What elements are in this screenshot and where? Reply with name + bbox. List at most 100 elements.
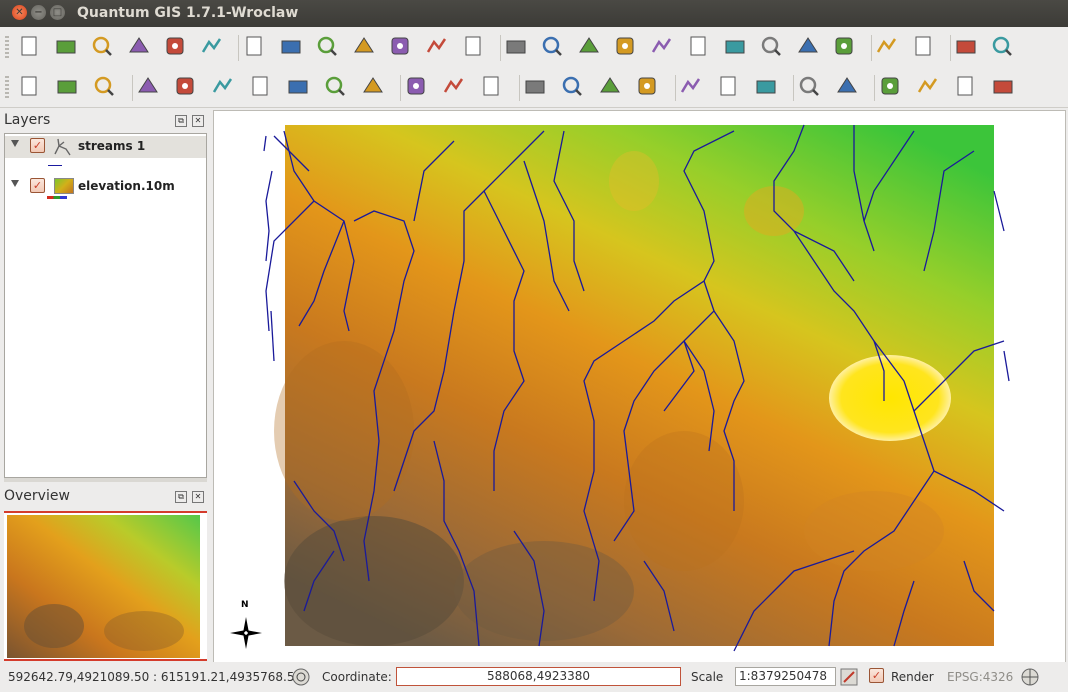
window-minimize-button[interactable]: − <box>31 5 46 20</box>
zoom-full-icon[interactable] <box>613 34 639 60</box>
zoom-in-icon[interactable] <box>540 34 566 60</box>
new-project-icon[interactable] <box>17 34 43 60</box>
add-raster-layer-icon[interactable] <box>279 34 305 60</box>
add-wms-layer-icon[interactable] <box>388 34 414 60</box>
attribute-table-icon[interactable] <box>797 74 823 100</box>
paste-features-icon[interactable] <box>361 74 387 100</box>
text-annotation-icon[interactable] <box>991 74 1017 100</box>
toolbar-separator <box>518 75 520 101</box>
window-maximize-button[interactable]: □ <box>50 5 65 20</box>
raster-legend-swatch <box>47 196 67 199</box>
scale-label: Scale <box>691 670 724 684</box>
main-toolbar <box>0 28 1068 67</box>
gps-tool-icon[interactable] <box>442 74 468 100</box>
expand-icon[interactable] <box>11 180 19 187</box>
zoom-to-selection-icon[interactable] <box>650 34 676 60</box>
home-icon[interactable] <box>916 74 942 100</box>
zoom-to-layer-icon[interactable] <box>686 34 712 60</box>
toolbar-separator <box>793 75 794 101</box>
zoom-last-icon[interactable] <box>759 34 785 60</box>
home-alt-icon[interactable] <box>953 74 979 100</box>
add-postgis-layer-icon[interactable] <box>315 34 341 60</box>
refresh-icon[interactable] <box>832 34 858 60</box>
layer-visibility-checkbox[interactable]: ✓ <box>30 178 45 193</box>
layer-row-streams[interactable]: ✓ streams 1 <box>5 136 206 158</box>
layers-panel-title: Layers <box>4 112 51 128</box>
toggle-extents-icon[interactable] <box>291 667 311 687</box>
pan-icon[interactable] <box>504 34 530 60</box>
secondary-toolbar <box>0 68 1068 108</box>
raster-layer-icon <box>54 178 74 194</box>
histogram-icon[interactable] <box>990 34 1016 60</box>
save-as-icon[interactable] <box>127 34 153 60</box>
status-bar: 592642.79,4921089.50 : 615191.21,4935768… <box>0 662 1068 692</box>
label-icon[interactable] <box>523 74 549 100</box>
add-spatialite-layer-icon[interactable] <box>352 34 378 60</box>
overview-panel-title: Overview <box>4 488 70 504</box>
dock-splitter[interactable] <box>4 478 207 482</box>
toolbar-separator <box>949 35 951 61</box>
zoom-out-icon[interactable] <box>577 34 603 60</box>
render-label: Render <box>891 670 934 684</box>
move-label-icon[interactable] <box>598 74 624 100</box>
edit-pencil-icon[interactable] <box>248 74 274 100</box>
layers-list: ✓ streams 1 ✓ elevation.10m <box>4 133 207 478</box>
splitter[interactable] <box>208 110 211 662</box>
crs-status-icon[interactable] <box>1020 667 1040 687</box>
zoom-next-icon[interactable] <box>796 34 822 60</box>
north-arrow-icon[interactable] <box>479 74 505 100</box>
zoom-native-icon[interactable] <box>723 34 749 60</box>
select-icon[interactable] <box>679 74 705 100</box>
toolbar-separator <box>238 35 239 61</box>
new-shapefile-icon[interactable] <box>425 34 451 60</box>
scale-input[interactable]: 1:8379250478 <box>735 667 836 686</box>
expand-icon[interactable] <box>11 140 19 147</box>
rotate-label-icon[interactable] <box>635 74 661 100</box>
overview-close-button[interactable]: ✕ <box>192 491 204 503</box>
identify-icon[interactable] <box>875 34 901 60</box>
vertex-tool-icon[interactable] <box>560 74 586 100</box>
layers-close-button[interactable]: ✕ <box>192 115 204 127</box>
toolbar-separator <box>674 75 676 101</box>
node-tool-icon[interactable] <box>286 74 312 100</box>
north-arrow-icon <box>230 617 262 649</box>
save-project-icon[interactable] <box>90 34 116 60</box>
render-checkbox[interactable]: ✓ <box>869 668 884 683</box>
copy-features-icon[interactable] <box>323 74 349 100</box>
measure-line-icon[interactable] <box>835 74 861 100</box>
toolbar-separator <box>499 35 501 61</box>
whats-this-icon[interactable] <box>911 34 937 60</box>
layer-visibility-checkbox[interactable]: ✓ <box>30 138 45 153</box>
crs-label[interactable]: EPSG:4326 <box>947 670 1013 684</box>
window-close-button[interactable]: ✕ <box>12 5 27 20</box>
overview-float-button[interactable]: ⧉ <box>175 491 187 503</box>
print-icon[interactable] <box>200 34 226 60</box>
layers-float-button[interactable]: ⧉ <box>175 115 187 127</box>
toolbar-separator <box>874 75 875 101</box>
add-feature-icon[interactable] <box>136 74 162 100</box>
grass-module-icon[interactable] <box>954 34 980 60</box>
map-render <box>230 124 1010 652</box>
overview-map[interactable] <box>4 511 207 661</box>
deselect-icon[interactable] <box>754 74 780 100</box>
vector-line-icon <box>54 138 71 156</box>
annotation-icon[interactable] <box>878 74 904 100</box>
layer-row-elevation[interactable]: ✓ elevation.10m <box>5 176 206 198</box>
delete-ring-icon[interactable] <box>211 74 237 100</box>
toolbar-grip[interactable] <box>5 76 9 100</box>
remove-layer-icon[interactable] <box>461 34 487 60</box>
georeferencer-icon[interactable] <box>404 74 430 100</box>
map-canvas[interactable]: N <box>213 110 1066 663</box>
coordinate-input[interactable]: 588068,4923380 <box>396 667 681 686</box>
add-vector-layer-icon[interactable] <box>242 34 268 60</box>
add-ring-icon[interactable] <box>173 74 199 100</box>
toolbar-grip[interactable] <box>5 36 9 60</box>
open-project-icon[interactable] <box>54 34 80 60</box>
select-by-rectangle-icon[interactable] <box>716 74 742 100</box>
add-grass-raster-icon[interactable] <box>55 74 81 100</box>
layer-name: elevation.10m <box>78 179 175 193</box>
stop-render-icon[interactable] <box>840 668 858 686</box>
remove-grass-icon[interactable] <box>92 74 118 100</box>
add-grass-vector-icon[interactable] <box>17 74 43 100</box>
print-composer-icon[interactable] <box>163 34 189 60</box>
